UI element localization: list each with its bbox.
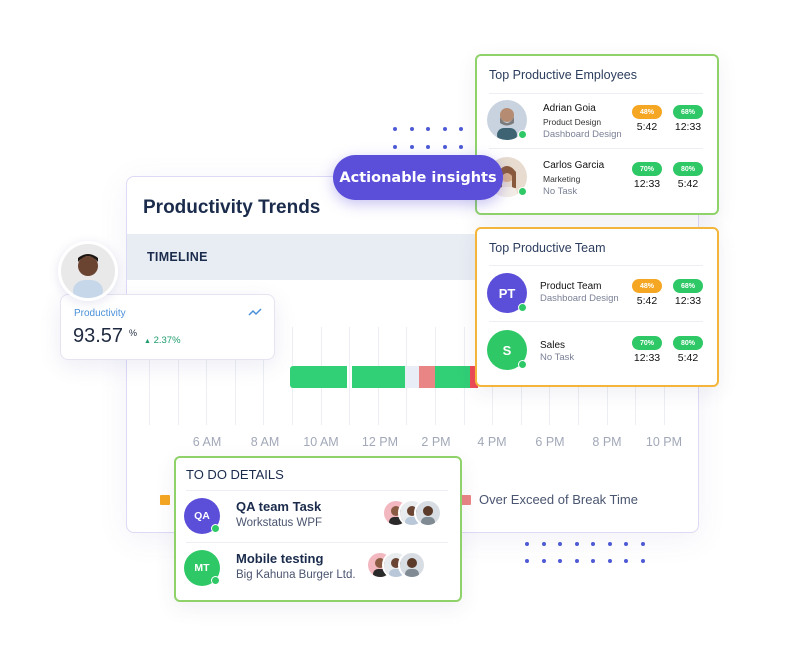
assignee-avatars[interactable] [382, 499, 442, 527]
decorative-dots-bottom [525, 542, 645, 563]
todo-project: Big Kahuna Burger Ltd. [236, 569, 356, 581]
divider [489, 321, 703, 322]
productivity-card: Productivity 93.57 % ▲ 2.37% [60, 294, 275, 360]
card-title: TO DO DETAILS [186, 467, 284, 482]
online-status-icon [518, 303, 527, 312]
time-tick: 12 PM [361, 435, 399, 449]
trend-line-icon[interactable] [248, 307, 262, 317]
online-status-icon [211, 576, 220, 585]
divider [489, 148, 703, 149]
employee-row[interactable]: Carlos Garcia Marketing No Task 70% 12:3… [487, 157, 707, 213]
team-name: Sales [540, 340, 566, 351]
timeline-segment-over-break[interactable] [419, 366, 435, 388]
grid-line [349, 327, 351, 425]
time-value: 5:42 [677, 352, 699, 364]
card-title: Productivity Trends [143, 197, 321, 218]
team-task: No Task [540, 352, 575, 363]
time-tick: 6 AM [192, 435, 222, 449]
timeline-segment-productive[interactable] [352, 366, 405, 388]
productivity-badge: 68% [673, 279, 703, 293]
employee-task: No Task [543, 186, 578, 197]
decorative-dots-top [393, 127, 463, 149]
time-tick: 8 AM [250, 435, 280, 449]
productivity-badge: 68% [673, 105, 703, 119]
legend-item: Over Exceed of Break Time [461, 492, 638, 507]
todo-name: Mobile testing [236, 551, 324, 566]
employee-department: Product Design [543, 117, 602, 127]
employee-name: Adrian Goia [543, 103, 596, 114]
productivity-badge: 80% [673, 162, 703, 176]
time-value: 5:42 [677, 178, 699, 190]
productivity-badge: 80% [673, 336, 703, 350]
productivity-badge: 48% [632, 279, 662, 293]
todo-row[interactable]: MT Mobile testing Big Kahuna Burger Ltd. [184, 550, 450, 600]
todo-row[interactable]: QA QA team Task Workstatus WPF [184, 498, 450, 548]
assignee-avatars[interactable] [366, 551, 426, 579]
team-task: Dashboard Design [540, 293, 619, 304]
employee-task: Dashboard Design [543, 129, 622, 140]
online-status-icon [518, 130, 527, 139]
divider [186, 542, 448, 543]
divider [186, 490, 448, 491]
time-tick: 10 AM [303, 435, 339, 449]
online-status-icon [518, 360, 527, 369]
productivity-badge: 70% [632, 162, 662, 176]
legend-label: Over Exceed of Break Time [479, 492, 638, 507]
online-status-icon [211, 524, 220, 533]
time-tick: 6 PM [535, 435, 565, 449]
todo-details-card: TO DO DETAILS QA QA team Task Workstatus… [174, 456, 462, 602]
team-row[interactable]: S Sales No Task 70% 12:33 80% 5:42 [487, 330, 707, 386]
card-title: Top Productive Employees [489, 68, 637, 82]
delta-value: 2.37% [153, 335, 181, 346]
user-avatar [58, 241, 118, 301]
timeline-segment-productive[interactable] [435, 366, 470, 388]
team-name: Product Team [540, 281, 602, 292]
legend-swatch [160, 494, 170, 505]
productivity-value: 93.57 [73, 325, 124, 347]
timeline-segment-productive[interactable] [290, 366, 347, 388]
time-value: 12:33 [633, 352, 661, 364]
productivity-badge: 48% [632, 105, 662, 119]
timeline-segment-idle[interactable] [405, 366, 419, 388]
productivity-label: Productivity [74, 308, 126, 319]
top-productive-employees-card: Top Productive Employees Adrian Goia Pro… [475, 54, 719, 215]
time-tick: 2 PM [421, 435, 451, 449]
top-productive-team-card: Top Productive Team PT Product Team Dash… [475, 227, 719, 387]
time-value: 12:33 [674, 121, 702, 133]
arrow-up-icon: ▲ [144, 338, 151, 345]
employee-department: Marketing [543, 174, 581, 184]
assignee-avatar [398, 551, 426, 579]
todo-name: QA team Task [236, 499, 322, 514]
legend-swatch [461, 494, 471, 505]
employee-name: Carlos Garcia [543, 160, 605, 171]
divider [489, 265, 703, 266]
todo-project: Workstatus WPF [236, 517, 323, 529]
divider [489, 93, 703, 94]
time-value: 5:42 [636, 295, 658, 307]
actionable-insights-button[interactable]: Actionable insights [333, 155, 503, 200]
assignee-avatar [414, 499, 442, 527]
online-status-icon [518, 187, 527, 196]
time-value: 12:33 [633, 178, 661, 190]
time-tick: 8 PM [592, 435, 622, 449]
productivity-badge: 70% [632, 336, 662, 350]
timeline-label: TIMELINE [147, 250, 208, 264]
time-value: 5:42 [636, 121, 658, 133]
time-tick: 10 PM [645, 435, 683, 449]
time-value: 12:33 [674, 295, 702, 307]
card-title: Top Productive Team [489, 241, 606, 255]
productivity-delta: ▲ 2.37% [144, 335, 181, 346]
time-tick: 4 PM [477, 435, 507, 449]
productivity-unit: % [129, 328, 138, 338]
